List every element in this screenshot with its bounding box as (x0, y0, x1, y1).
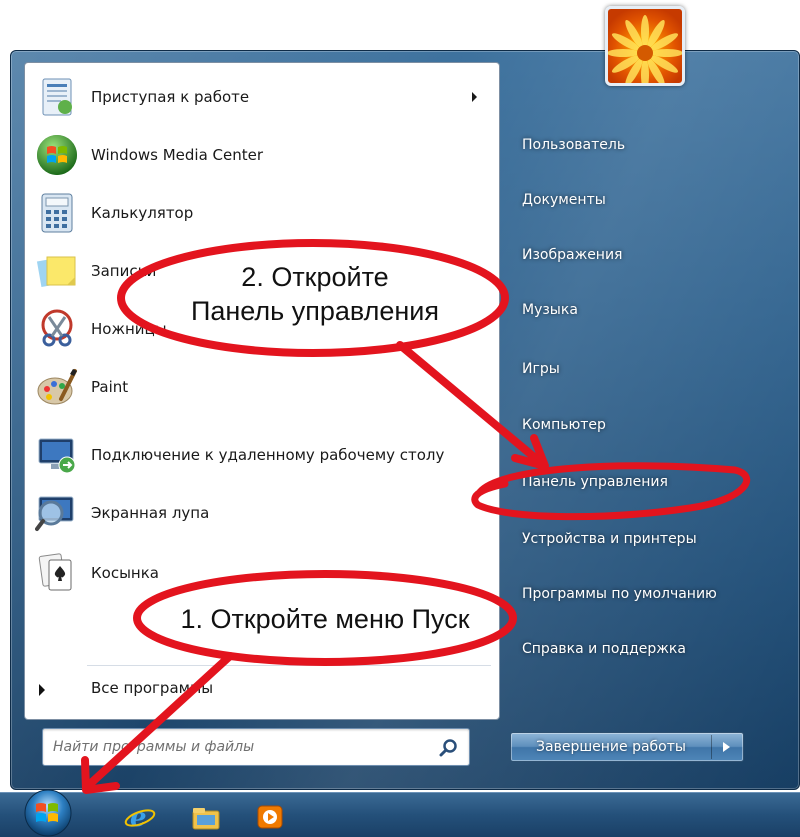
program-label: Подключение к удаленному рабочему столу (91, 446, 445, 464)
annotation-step2-line1: 2. Откройте (241, 262, 389, 292)
right-item-devices-printers[interactable]: Устройства и принтеры (508, 524, 778, 554)
all-programs-label: Все программы (91, 679, 214, 697)
program-label: Калькулятор (91, 204, 194, 222)
file-explorer-icon[interactable] (190, 802, 222, 832)
expand-arrow-icon (39, 684, 45, 696)
calculator-icon (41, 193, 73, 233)
snipping-tool-icon (41, 309, 73, 347)
program-label: Приступая к работе (91, 88, 250, 106)
program-label: Экранная лупа (91, 504, 210, 522)
taskbar (0, 792, 800, 837)
annotation-step2-line2: Панель управления (190, 296, 440, 326)
program-windows-media-center[interactable]: Windows Media Center (25, 127, 499, 183)
right-item-documents[interactable]: Документы (508, 185, 778, 215)
start-button[interactable] (14, 786, 82, 837)
program-solitaire[interactable]: Косынка (25, 545, 499, 601)
right-item-pictures[interactable]: Изображения (508, 240, 778, 270)
program-label: Косынка (91, 564, 159, 582)
sticky-notes-icon (36, 256, 76, 288)
shutdown-divider (711, 735, 712, 759)
shutdown-label: Завершение работы (536, 739, 686, 755)
program-label: Paint (91, 378, 129, 396)
right-item-user[interactable]: Пользователь (508, 130, 778, 160)
getting-started-icon (42, 78, 72, 116)
paint-icon (37, 369, 77, 405)
program-remote-desktop[interactable]: Подключение к удаленному рабочему столу (25, 425, 499, 485)
right-item-control-panel[interactable]: Панель управления (508, 467, 778, 497)
magnifier-icon (35, 496, 74, 531)
program-getting-started[interactable]: Приступая к работе (25, 69, 499, 125)
submenu-arrow-icon (472, 92, 477, 102)
internet-explorer-icon[interactable]: e (124, 802, 156, 832)
search-box[interactable] (42, 728, 470, 766)
shutdown-options-arrow-icon[interactable] (723, 742, 730, 752)
right-item-computer[interactable]: Компьютер (508, 410, 778, 440)
solitaire-icon (38, 553, 72, 591)
separator (87, 665, 491, 666)
program-calculator[interactable]: Калькулятор (25, 185, 499, 241)
svg-text:e: e (130, 803, 147, 832)
search-input[interactable] (53, 735, 423, 759)
search-icon[interactable] (439, 738, 459, 758)
windows-media-center-icon (37, 135, 77, 175)
right-item-help-support[interactable]: Справка и поддержка (508, 634, 778, 664)
media-player-icon[interactable] (254, 802, 286, 832)
all-programs-button[interactable]: Все программы (25, 675, 499, 705)
right-item-games[interactable]: Игры (508, 354, 778, 384)
user-picture[interactable] (605, 6, 685, 86)
program-paint[interactable]: Paint (25, 359, 499, 415)
program-magnifier[interactable]: Экранная лупа (25, 485, 499, 541)
program-label: Windows Media Center (91, 146, 264, 164)
flower-icon (608, 15, 682, 83)
right-item-default-programs[interactable]: Программы по умолчанию (508, 579, 778, 609)
shutdown-button[interactable]: Завершение работы (510, 732, 744, 762)
annotation-step1: 1. Откройте меню Пуск (180, 604, 470, 634)
remote-desktop-icon (38, 438, 76, 474)
right-item-music[interactable]: Музыка (508, 295, 778, 325)
